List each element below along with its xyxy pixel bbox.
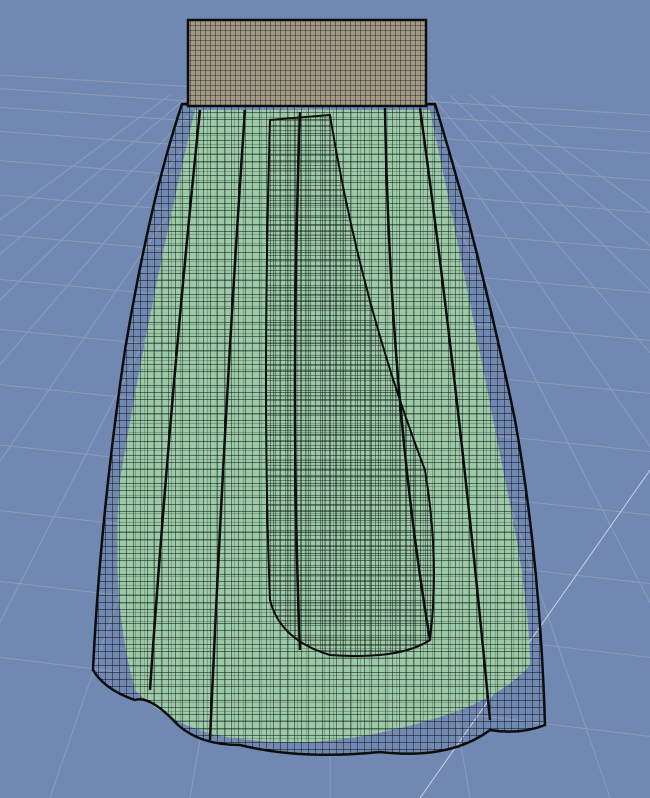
waistband-mesh — [186, 18, 428, 108]
3d-viewport[interactable] — [0, 0, 650, 798]
